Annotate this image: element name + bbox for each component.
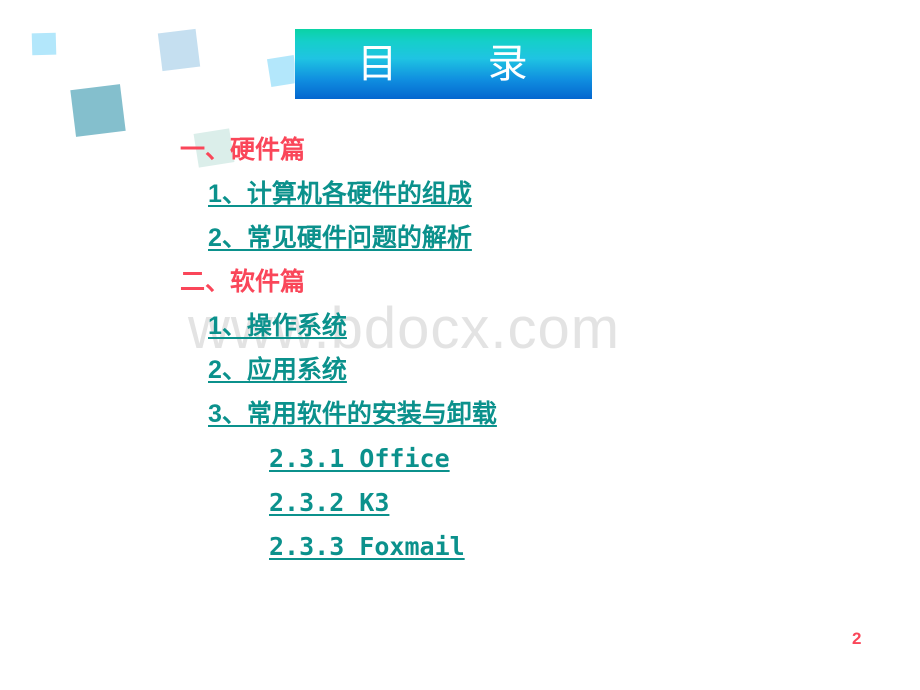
toc-subitem-label[interactable]: 2.3.2 K3 bbox=[269, 490, 389, 515]
toc-subitem-office[interactable]: 2.3.1 Office bbox=[269, 436, 920, 480]
toc-item-hardware-2[interactable]: 2、常见硬件问题的解析 bbox=[208, 216, 920, 260]
decorative-square-cyan-small bbox=[31, 32, 57, 56]
toc-section-heading: 一、硬件篇 bbox=[180, 128, 920, 172]
decorative-square-pale-blue bbox=[157, 28, 201, 72]
toc-item-software-3[interactable]: 3、常用软件的安装与卸载 bbox=[208, 392, 920, 436]
toc-item-label[interactable]: 2、应用系统 bbox=[208, 357, 347, 383]
title-banner: 目 录 bbox=[295, 29, 592, 99]
toc-subitem-label[interactable]: 2.3.3 Foxmail bbox=[269, 534, 465, 559]
table-of-contents: 一、硬件篇 1、计算机各硬件的组成 2、常见硬件问题的解析 二、软件篇 1、操作… bbox=[0, 128, 920, 568]
toc-section-label: 一、硬件篇 bbox=[180, 135, 306, 164]
toc-item-software-1[interactable]: 1、操作系统 bbox=[208, 304, 920, 348]
toc-subitem-label[interactable]: 2.3.1 Office bbox=[269, 446, 450, 471]
toc-subitem-k3[interactable]: 2.3.2 K3 bbox=[269, 480, 920, 524]
toc-item-hardware-1[interactable]: 1、计算机各硬件的组成 bbox=[208, 172, 920, 216]
decorative-square-cyan-banner bbox=[266, 55, 299, 87]
toc-section-label: 二、软件篇 bbox=[180, 267, 306, 296]
slide-canvas: www.bdocx.com 目 录 一、硬件篇 1、计算机各硬件的组成 2、常见… bbox=[0, 0, 920, 690]
slide-title: 目 录 bbox=[357, 41, 530, 87]
toc-subitem-foxmail[interactable]: 2.3.3 Foxmail bbox=[269, 524, 920, 568]
page-number: 2 bbox=[852, 629, 862, 648]
toc-item-label[interactable]: 1、操作系统 bbox=[208, 313, 347, 339]
toc-item-label[interactable]: 1、计算机各硬件的组成 bbox=[208, 181, 472, 207]
toc-item-label[interactable]: 2、常见硬件问题的解析 bbox=[208, 225, 472, 251]
toc-item-software-2[interactable]: 2、应用系统 bbox=[208, 348, 920, 392]
toc-item-label[interactable]: 3、常用软件的安装与卸载 bbox=[208, 401, 497, 427]
toc-section-heading: 二、软件篇 bbox=[180, 260, 920, 304]
